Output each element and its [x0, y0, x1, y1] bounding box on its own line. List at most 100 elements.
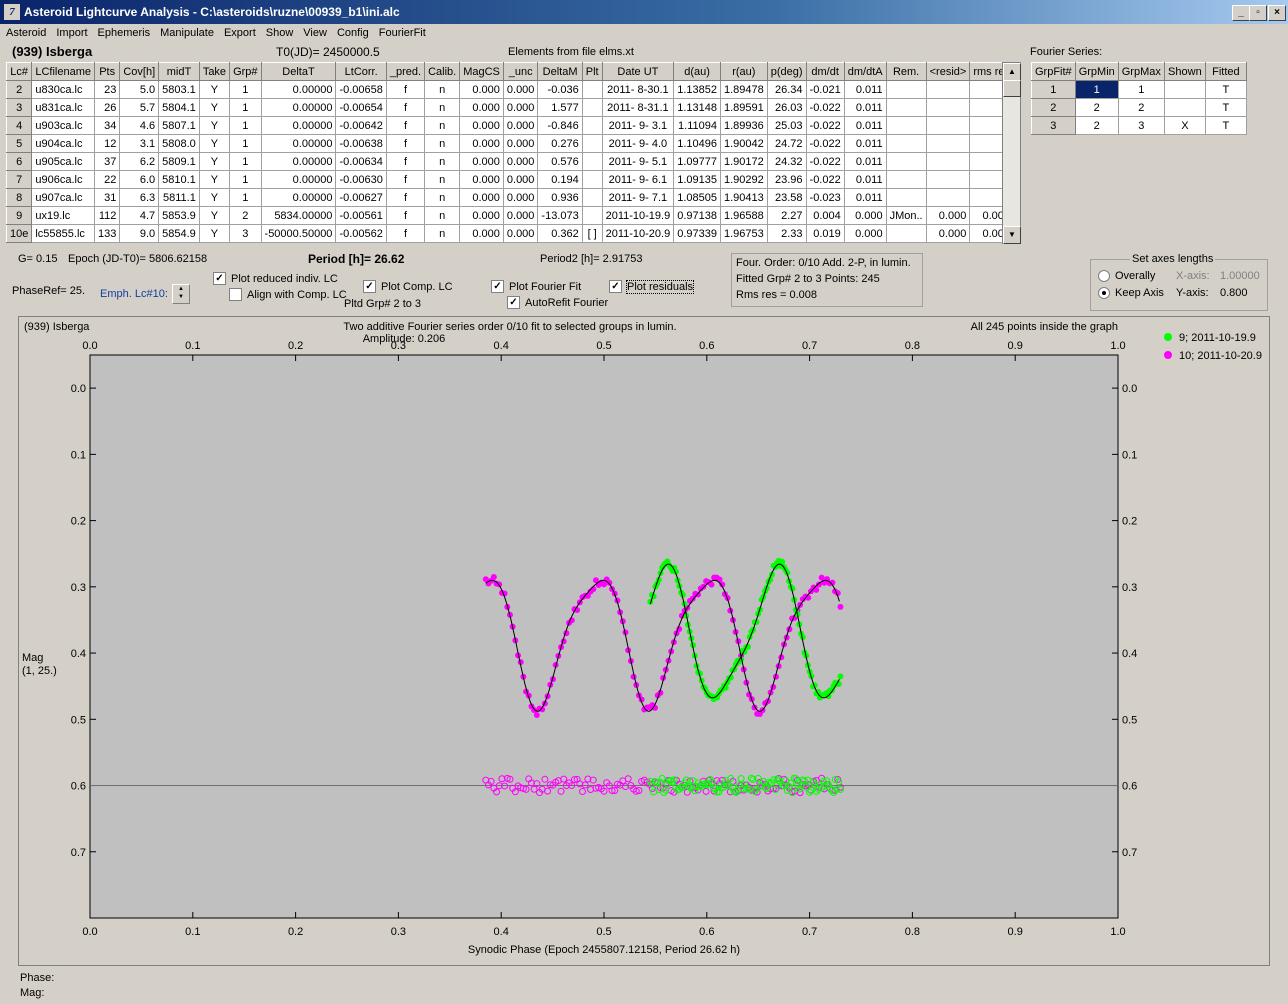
table-cell[interactable]: 23.58 [766, 188, 807, 207]
table-cell[interactable]: 0.011 [843, 98, 887, 117]
table-cell[interactable] [925, 98, 971, 117]
table-cell[interactable]: Y [198, 188, 231, 207]
row-number[interactable]: 8 [5, 188, 33, 207]
table-cell[interactable]: 0.000 [459, 170, 504, 189]
table-cell[interactable]: 5854.9 [158, 224, 200, 243]
table-cell[interactable]: 2 [229, 206, 262, 225]
table-row[interactable]: 6 u905ca.lc 37 6.2 5809.1 Y 1 0.00000 -0.00634 f n… [5, 152, 1014, 171]
table-cell[interactable] [581, 98, 603, 117]
column-header[interactable]: <resid> [925, 62, 971, 81]
table-cell[interactable]: 0.00000 [260, 116, 337, 135]
table-cell[interactable]: 24.32 [766, 152, 807, 171]
table-cell[interactable]: 2 [1074, 116, 1119, 135]
table-row[interactable]: 323XT [1031, 116, 1247, 135]
app-icon[interactable]: 7 [4, 4, 20, 20]
table-cell[interactable]: T [1204, 80, 1247, 99]
table-cell[interactable]: 0.000 [502, 224, 539, 243]
table-cell[interactable]: -0.846 [537, 116, 583, 135]
table-cell[interactable]: 112 [93, 206, 121, 225]
table-cell[interactable]: n [424, 224, 461, 243]
table-cell[interactable] [885, 188, 927, 207]
column-header[interactable]: Plt [581, 62, 603, 81]
table-cell[interactable]: 37 [93, 152, 121, 171]
table-cell[interactable]: f [385, 170, 426, 189]
table-cell[interactable]: 5.7 [119, 98, 160, 117]
table-cell[interactable]: n [424, 206, 461, 225]
table-cell[interactable]: 1.90042 [719, 134, 768, 153]
table-cell[interactable]: 2011- 9- 3.1 [601, 116, 675, 135]
table-cell[interactable]: -13.073 [537, 206, 583, 225]
table-cell[interactable]: 24.72 [766, 134, 807, 153]
table-cell[interactable]: 6.3 [119, 188, 160, 207]
table-cell[interactable]: -0.022 [805, 152, 845, 171]
table-cell[interactable]: Y [198, 98, 231, 117]
table-cell[interactable]: 1.13148 [673, 98, 721, 117]
menu-view[interactable]: View [299, 25, 331, 42]
table-row[interactable]: 222T [1031, 98, 1247, 117]
table-cell[interactable]: 2011- 9- 6.1 [601, 170, 675, 189]
table-cell[interactable]: Y [198, 170, 231, 189]
table-cell[interactable]: lc55855.lc [31, 224, 95, 243]
table-cell[interactable]: -0.021 [805, 80, 845, 99]
table-cell[interactable]: 1.11094 [673, 116, 721, 135]
table-cell[interactable] [885, 152, 927, 171]
column-header[interactable]: GrpMin [1074, 62, 1119, 81]
table-cell[interactable]: -0.022 [805, 170, 845, 189]
table-cell[interactable]: 26 [93, 98, 121, 117]
table-cell[interactable]: -0.022 [805, 134, 845, 153]
table-cell[interactable] [1163, 98, 1206, 117]
table-scrollbar[interactable]: ▲ ▼ [1002, 62, 1021, 244]
table-row[interactable]: 2 u830ca.lc 23 5.0 5803.1 Y 1 0.00000 -0.00658 f n… [5, 80, 1014, 99]
table-cell[interactable]: 2011-10-19.9 [601, 206, 675, 225]
table-cell[interactable]: 0.362 [537, 224, 583, 243]
table-cell[interactable]: 0.000 [925, 206, 971, 225]
table-cell[interactable]: 0.000 [459, 152, 504, 171]
table-cell[interactable] [925, 188, 971, 207]
table-row[interactable]: 7 u906ca.lc 22 6.0 5810.1 Y 1 0.00000 -0.00630 f n… [5, 170, 1014, 189]
table-cell[interactable]: 5811.1 [158, 188, 200, 207]
table-cell[interactable]: 0.000 [459, 80, 504, 99]
column-header[interactable]: Grp# [229, 62, 262, 81]
table-cell[interactable]: -50000.50000 [260, 224, 337, 243]
y-axis-value[interactable]: 0.800 [1220, 287, 1248, 299]
table-cell[interactable]: 1 [1074, 80, 1119, 99]
row-number[interactable]: 9 [5, 206, 33, 225]
table-cell[interactable] [581, 152, 603, 171]
column-header[interactable]: p(deg) [766, 62, 807, 81]
column-header[interactable]: GrpFit# [1031, 62, 1076, 81]
table-cell[interactable]: n [424, 152, 461, 171]
table-cell[interactable] [1163, 80, 1206, 99]
table-cell[interactable]: 26.34 [766, 80, 807, 99]
table-cell[interactable]: 2011-10-20.9 [601, 224, 675, 243]
table-cell[interactable]: -0.022 [805, 98, 845, 117]
table-cell[interactable]: u907ca.lc [31, 188, 95, 207]
table-cell[interactable]: T [1204, 116, 1247, 135]
table-cell[interactable]: 0.576 [537, 152, 583, 171]
scroll-up-icon[interactable]: ▲ [1003, 63, 1021, 81]
menu-asteroid[interactable]: Asteroid [2, 25, 50, 42]
table-cell[interactable]: -0.00638 [335, 134, 387, 153]
maximize-button[interactable]: ▫ [1249, 5, 1267, 21]
table-row[interactable]: 10e lc55855.lc 133 9.0 5854.9 Y 3 -50000.50000-… [5, 224, 1014, 243]
table-cell[interactable]: u905ca.lc [31, 152, 95, 171]
table-cell[interactable]: -0.022 [805, 116, 845, 135]
table-cell[interactable]: 1.08505 [673, 188, 721, 207]
column-header[interactable]: dm/dtA [843, 62, 887, 81]
table-cell[interactable] [885, 116, 927, 135]
row-number[interactable]: 1 [1031, 80, 1076, 99]
table-cell[interactable]: 23 [93, 80, 121, 99]
lightcurve-plot[interactable]: 0.0 0.0 0.1 0.1 0.2 0.2 0.3 0.3 0.4 0.4 0.5 0.5 0.6 0… [18, 316, 1268, 964]
menu-config[interactable]: Config [333, 25, 373, 42]
table-cell[interactable]: Y [198, 206, 231, 225]
plot-comp-checkbox[interactable]: ✓ Plot Comp. LC [363, 280, 453, 293]
table-cell[interactable]: 3 [229, 224, 262, 243]
menu-fourierfit[interactable]: FourierFit [375, 25, 430, 42]
table-cell[interactable]: -0.00642 [335, 116, 387, 135]
column-header[interactable]: LtCorr. [335, 62, 387, 81]
table-cell[interactable]: 0.011 [843, 152, 887, 171]
table-cell[interactable]: 0.00000 [260, 188, 337, 207]
table-cell[interactable]: 1 [229, 170, 262, 189]
table-cell[interactable]: 0.011 [843, 188, 887, 207]
table-cell[interactable]: 0.011 [843, 134, 887, 153]
close-button[interactable]: × [1268, 5, 1286, 21]
